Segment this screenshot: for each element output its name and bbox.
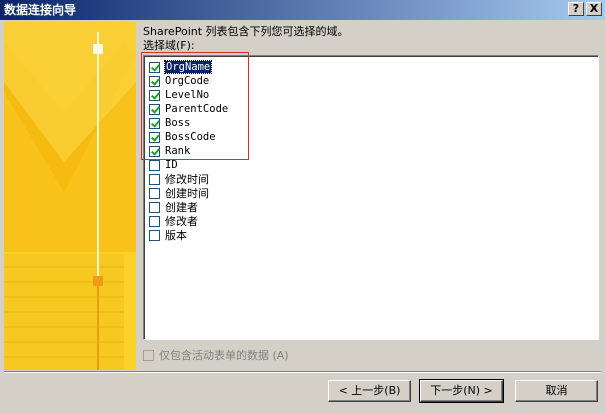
field-item[interactable]: LevelNo (149, 88, 209, 102)
field-label: ParentCode (165, 103, 229, 115)
field-item[interactable]: 修改者 (149, 214, 198, 228)
field-item[interactable]: Boss (149, 116, 190, 130)
field-item[interactable]: 创建者 (149, 200, 198, 214)
field-checkbox[interactable] (149, 159, 160, 171)
next-button[interactable]: 下一步(N) > (419, 379, 504, 403)
field-item[interactable]: 修改时间 (149, 172, 209, 186)
close-button[interactable]: X (586, 2, 602, 16)
fields-label: 选择域(F): (143, 39, 195, 52)
footer-divider (4, 371, 601, 373)
field-item[interactable]: Rank (149, 144, 190, 158)
field-checkbox[interactable] (149, 215, 160, 227)
field-checkbox[interactable] (149, 131, 160, 143)
field-item[interactable]: OrgCode (149, 74, 209, 88)
only-active-forms-option: 仅包含活动表单的数据 (A) (143, 347, 289, 363)
field-label: OrgCode (165, 75, 210, 87)
field-label: BossCode (165, 131, 216, 143)
title-bar: 数据连接向导 ? X (0, 0, 605, 20)
description-text: SharePoint 列表包含下列您可选择的域。 (143, 25, 349, 38)
field-checkbox[interactable] (149, 173, 160, 185)
field-item[interactable]: ID (149, 158, 178, 172)
back-button[interactable]: < 上一步(B) (328, 380, 411, 402)
wizard-window: 数据连接向导 ? X SharePoint 列表包含下列您可选择的域。 选择域(… (0, 0, 605, 414)
cancel-button[interactable]: 取消 (515, 380, 598, 402)
field-label: OrgName (163, 60, 213, 74)
field-label: LevelNo (165, 89, 210, 101)
field-label: ID (165, 159, 178, 171)
help-button[interactable]: ? (568, 2, 584, 16)
field-checkbox[interactable] (149, 229, 160, 241)
only-active-forms-checkbox (143, 349, 154, 361)
field-item[interactable]: BossCode (149, 130, 216, 144)
field-checkbox[interactable] (149, 201, 160, 213)
field-checkbox[interactable] (149, 117, 160, 129)
field-checkbox[interactable] (149, 61, 160, 73)
field-label: Rank (165, 145, 191, 157)
field-item[interactable]: 创建时间 (149, 186, 209, 200)
field-item[interactable]: OrgName (149, 60, 213, 74)
field-checkbox[interactable] (149, 103, 160, 115)
field-item[interactable]: 版本 (149, 228, 187, 242)
only-active-forms-label: 仅包含活动表单的数据 (A) (159, 349, 289, 362)
field-item[interactable]: ParentCode (149, 102, 228, 116)
field-checkbox[interactable] (149, 187, 160, 199)
fields-checklist-inner: OrgName OrgCode LevelNo ParentCode Boss … (144, 56, 598, 339)
wizard-banner-image (4, 22, 136, 370)
fields-checklist[interactable]: OrgName OrgCode LevelNo ParentCode Boss … (143, 55, 599, 340)
field-checkbox[interactable] (149, 145, 160, 157)
field-checkbox[interactable] (149, 75, 160, 87)
window-title: 数据连接向导 (4, 3, 77, 17)
field-label: 版本 (165, 229, 187, 242)
field-checkbox[interactable] (149, 89, 160, 101)
field-label: Boss (165, 117, 191, 129)
